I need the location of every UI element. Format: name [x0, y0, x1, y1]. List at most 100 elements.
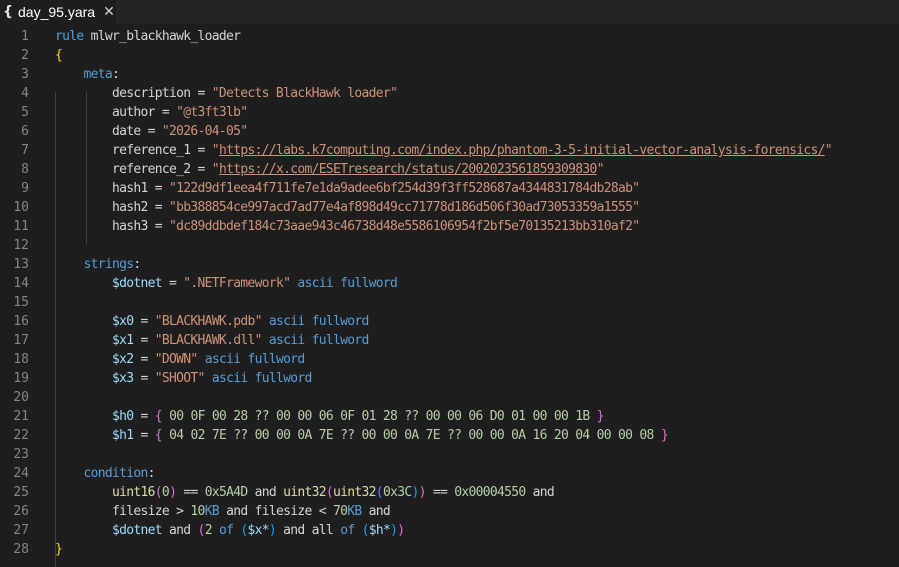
code-token: strings: [83, 257, 135, 272]
line-code: $x0 = "BLACKHAWK.pdb" ascii fullword: [55, 312, 369, 331]
code-token: condition: [83, 466, 149, 481]
code-line[interactable]: 23: [0, 445, 899, 464]
code-token: $dotnet: [112, 276, 163, 291]
code-token: ascii: [268, 333, 305, 348]
code-token: ascii: [297, 276, 333, 291]
code-line[interactable]: 26 filesize > 10KB and filesize < 70KB a…: [0, 502, 899, 521]
code-line[interactable]: 17 $x1 = "BLACKHAWK.dll" ascii fullword: [0, 331, 899, 350]
code-token: =: [133, 352, 155, 367]
line-number: 3: [21, 67, 29, 82]
code-token: KB: [347, 504, 362, 519]
code-token: $h0: [112, 409, 134, 424]
code-token: date =: [55, 124, 162, 139]
code-line[interactable]: 16 $x0 = "BLACKHAWK.pdb" ascii fullword: [0, 312, 899, 331]
code-token: {: [55, 48, 63, 63]
line-code: author = "@t3ft3lb": [55, 103, 248, 122]
code-token: =: [133, 333, 155, 348]
code-line[interactable]: 7 reference_1 = "https://labs.k7computin…: [0, 141, 899, 160]
line-code: filesize > 10KB and filesize < 70KB and: [55, 502, 391, 521]
line-code: hash3 = "dc89ddbdef184c73aae943c46738d48…: [55, 217, 640, 236]
code-token: (: [197, 523, 206, 538]
code-token: "2026-04-05": [161, 124, 248, 139]
line-number: 21: [13, 409, 29, 424]
code-line[interactable]: 19 $x3 = "SHOOT" ascii fullword: [0, 369, 899, 388]
code-lines: 1 rule mlwr_blackhawk_loader 2{3 meta: 4 de…: [0, 27, 899, 559]
code-line[interactable]: 3 meta:: [0, 65, 899, 84]
code-line[interactable]: 14 $dotnet = ".NETFramework" ascii fullw…: [0, 274, 899, 293]
code-token: hash2 =: [55, 200, 170, 215]
code-token: ": [211, 143, 220, 158]
tab-day-95-yara[interactable]: { day_95.yara ✕: [0, 0, 116, 24]
code-line[interactable]: 11 hash3 = "dc89ddbdef184c73aae943c46738…: [0, 217, 899, 236]
line-number: 9: [21, 181, 29, 196]
code-line[interactable]: 12: [0, 236, 899, 255]
code-line[interactable]: 6 date = "2026-04-05": [0, 122, 899, 141]
close-icon[interactable]: ✕: [103, 4, 115, 20]
code-token[interactable]: https://x.com/ESETresearch/status/200202…: [219, 162, 597, 177]
code-line[interactable]: 22 $h1 = { 04 02 7E ?? 00 00 0A 7E ?? 00…: [0, 426, 899, 445]
code-token: $x1: [112, 333, 134, 348]
code-line[interactable]: 21 $h0 = { 00 0F 00 28 ?? 00 00 06 0F 01…: [0, 407, 899, 426]
code-line[interactable]: 27 $dotnet and (2 of ($x*) and all of ($…: [0, 521, 899, 540]
code-token: =: [161, 276, 184, 291]
line-code: $x2 = "DOWN" ascii fullword: [55, 350, 305, 369]
code-token: ": [211, 162, 220, 177]
code-token: (: [240, 523, 248, 538]
code-line[interactable]: 2{: [0, 46, 899, 65]
line-number: 7: [21, 143, 29, 158]
line-number: 16: [13, 314, 29, 329]
line-number: 14: [13, 276, 29, 291]
code-token: ==: [425, 485, 455, 500]
code-token[interactable]: https://labs.k7computing.com/index.php/p…: [219, 143, 825, 158]
code-line[interactable]: 25 uint16(0) == 0x5A4D and uint32(uint32…: [0, 483, 899, 502]
line-code: reference_2 = "https://x.com/ESETresearc…: [55, 160, 605, 179]
code-line[interactable]: 8 reference_2 = "https://x.com/ESETresea…: [0, 160, 899, 179]
code-line[interactable]: 1 rule mlwr_blackhawk_loader: [0, 27, 899, 46]
code-token: "bb388854ce997acd7ad77e4af898d49cc71778d…: [169, 200, 640, 215]
line-code: reference_1 = "https://labs.k7computing.…: [55, 141, 833, 160]
code-line[interactable]: 10 hash2 = "bb388854ce997acd7ad77e4af898…: [0, 198, 899, 217]
code-token: 2: [204, 523, 213, 538]
line-code: condition:: [55, 464, 156, 483]
code-token: ): [268, 523, 277, 538]
code-line[interactable]: 24 condition:: [0, 464, 899, 483]
code-token: and filesize <: [218, 504, 333, 519]
code-token: "BLACKHAWK.dll": [154, 333, 263, 348]
code-token: fullword: [254, 371, 313, 386]
code-line[interactable]: 18 $x2 = "DOWN" ascii fullword: [0, 350, 899, 369]
code-token: $x*: [247, 523, 270, 538]
code-line[interactable]: 20: [0, 388, 899, 407]
code-token: and: [525, 485, 555, 500]
line-code: $h1 = { 04 02 7E ?? 00 00 0A 7E ?? 00 00…: [55, 426, 669, 445]
code-token: $h1: [112, 428, 134, 443]
line-number: 4: [21, 86, 29, 101]
yara-file-icon: {: [3, 4, 13, 20]
code-line[interactable]: 9 hash1 = "122d9df1eea4f711fe7e1da9adee6…: [0, 179, 899, 198]
code-line[interactable]: 15: [0, 293, 899, 312]
line-number: 2: [21, 48, 29, 63]
code-line[interactable]: 13 strings:: [0, 255, 899, 274]
code-token: 0x5A4D: [204, 485, 248, 500]
code-token: uint16: [112, 485, 155, 500]
code-token: 00 0F 00 28 ?? 00 00 06 0F 01 28 ?? 00 0…: [161, 409, 597, 424]
code-line[interactable]: 5 author = "@t3ft3lb": [0, 103, 899, 122]
code-token: "dc89ddbdef184c73aae943c46738d48e5586106…: [169, 219, 640, 234]
code-editor[interactable]: 1 rule mlwr_blackhawk_loader 2{3 meta: 4 de…: [0, 27, 899, 567]
code-line[interactable]: 4 description = "Detects BlackHawk loade…: [0, 84, 899, 103]
line-number: 10: [13, 200, 29, 215]
code-line[interactable]: 28}: [0, 540, 899, 559]
line-code: meta:: [55, 65, 120, 84]
line-code: {: [55, 46, 63, 65]
line-code: $h0 = { 00 0F 00 28 ?? 00 00 06 0F 01 28…: [55, 407, 605, 426]
